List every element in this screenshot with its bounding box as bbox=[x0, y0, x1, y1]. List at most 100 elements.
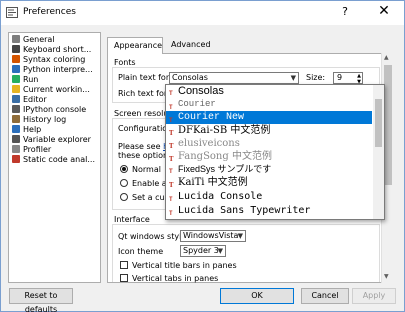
sidebar-item-label: Keyboard short... bbox=[23, 45, 92, 54]
scroll-up-icon[interactable]: ▲ bbox=[384, 54, 389, 61]
sidebar-item-profiler[interactable]: Profiler bbox=[12, 145, 100, 155]
checkbox-vertical-title-bars[interactable] bbox=[120, 261, 128, 269]
qt-style-label: Qt windows style bbox=[118, 232, 187, 241]
plain-text-font-combo[interactable]: Consolas ▼ bbox=[169, 72, 299, 84]
table-icon bbox=[12, 135, 20, 143]
qt-style-combo[interactable]: WindowsVista ▼ bbox=[180, 230, 246, 242]
preferences-window-icon bbox=[6, 7, 18, 18]
truetype-icon: T bbox=[169, 196, 173, 203]
console-icon bbox=[12, 105, 20, 113]
checkbox-vertical-tabs-label: Vertical tabs in panes bbox=[132, 274, 219, 283]
scroll-down-icon[interactable]: ▼ bbox=[384, 273, 389, 280]
icon-theme-value: Spyder 3 bbox=[183, 246, 219, 255]
truetype-icon: T bbox=[169, 104, 173, 111]
font-dropdown-scrollbar-thumb[interactable] bbox=[375, 99, 382, 147]
sidebar-item-help[interactable]: Help bbox=[12, 125, 100, 135]
font-option[interactable]: T KaiTi 中文范例 bbox=[166, 176, 372, 189]
window-title: Preferences bbox=[23, 7, 76, 17]
sidebar-item-label: General bbox=[23, 35, 55, 44]
plain-text-font-value: Consolas bbox=[172, 73, 208, 82]
truetype-icon: T bbox=[169, 91, 173, 97]
editor-icon bbox=[12, 95, 20, 103]
python-icon bbox=[12, 65, 20, 73]
font-dropdown-scrollbar[interactable] bbox=[373, 85, 384, 219]
screen-note-prefix: Please see bbox=[118, 142, 164, 151]
font-option[interactable]: T Courier bbox=[166, 98, 372, 111]
font-option-selected[interactable]: T Courier New bbox=[166, 111, 372, 124]
history-icon bbox=[12, 115, 20, 123]
font-option[interactable]: T FixedSys サンプルです bbox=[166, 163, 372, 176]
font-size-spinbox[interactable]: 9 ▲ ▼ bbox=[333, 72, 363, 85]
reset-to-defaults-button[interactable]: Reset to defaults bbox=[9, 288, 73, 312]
radio-set-custom[interactable] bbox=[120, 193, 128, 201]
sidebar-item-static-code-analysis[interactable]: Static code anal... bbox=[12, 155, 100, 165]
sidebar-item-history-log[interactable]: History log bbox=[12, 115, 100, 125]
help-button[interactable]: ? bbox=[337, 5, 353, 18]
checkbox-vertical-title-bars-label: Vertical title bars in panes bbox=[132, 261, 237, 270]
sidebar-item-label: Current workin... bbox=[23, 85, 90, 94]
sidebar-item-variable-explorer[interactable]: Variable explorer bbox=[12, 135, 100, 145]
truetype-icon: T bbox=[169, 210, 173, 217]
preferences-sidebar: General Keyboard short... Syntax colorin… bbox=[8, 32, 101, 283]
interface-group-title: Interface bbox=[114, 215, 150, 224]
font-option[interactable]: Telusiveicons bbox=[166, 137, 372, 150]
sidebar-item-general[interactable]: General bbox=[12, 35, 100, 45]
sidebar-item-label: Syntax coloring bbox=[23, 55, 86, 64]
palette-icon bbox=[12, 55, 20, 63]
font-option[interactable]: T FangSong 中文范例 bbox=[166, 150, 372, 163]
icon-theme-combo[interactable]: Spyder 3 ▼ bbox=[180, 245, 226, 257]
font-dropdown-list: T Consolas T Courier T Courier New T DFKai-S… bbox=[165, 84, 385, 220]
radio-normal-label: Normal bbox=[132, 165, 161, 174]
cancel-button[interactable]: Cancel bbox=[301, 288, 349, 304]
sidebar-item-current-working-directory[interactable]: Current workin... bbox=[12, 85, 100, 95]
font-option[interactable]: T DFKai-SB 中文范例 bbox=[166, 124, 372, 137]
font-option-label: Courier New bbox=[178, 112, 245, 123]
font-option-label: Courier bbox=[178, 99, 216, 109]
font-option-label: FixedSys サンプルです bbox=[178, 164, 272, 174]
preferences-window: Preferences ? ✕ General Keyboard short..… bbox=[0, 0, 405, 312]
truetype-icon: T bbox=[169, 143, 174, 150]
truetype-icon: T bbox=[169, 156, 174, 163]
font-option-label: elusiveicons bbox=[178, 138, 240, 149]
ok-button[interactable]: OK bbox=[220, 288, 294, 304]
font-size-label: Size: bbox=[306, 73, 326, 82]
font-option[interactable]: T Consolas bbox=[166, 85, 372, 98]
close-button[interactable]: ✕ bbox=[373, 3, 395, 19]
rich-text-font-label: Rich text font bbox=[118, 89, 173, 98]
chevron-down-icon: ▼ bbox=[217, 247, 223, 255]
chevron-down-icon: ▼ bbox=[290, 74, 296, 82]
font-option-label: KaiTi 中文范例 bbox=[178, 177, 248, 188]
radio-enable-auto[interactable] bbox=[120, 179, 128, 187]
truetype-icon: T bbox=[169, 117, 173, 124]
title-bar: Preferences ? ✕ bbox=[1, 1, 404, 25]
sidebar-item-syntax-coloring[interactable]: Syntax coloring bbox=[12, 55, 100, 65]
code-analysis-icon bbox=[12, 155, 20, 163]
truetype-icon: T bbox=[169, 182, 174, 189]
font-option-label: FangSong 中文范例 bbox=[178, 151, 272, 162]
font-option[interactable]: T Lucida Console bbox=[166, 190, 372, 203]
sidebar-item-ipython-console[interactable]: IPython console bbox=[12, 105, 100, 115]
sidebar-item-label: Help bbox=[23, 125, 42, 134]
sidebar-item-label: History log bbox=[23, 115, 67, 124]
fonts-group-title: Fonts bbox=[114, 58, 136, 67]
sidebar-item-python-interpreter[interactable]: Python interpre... bbox=[12, 65, 100, 75]
sidebar-item-label: Profiler bbox=[23, 145, 52, 154]
radio-normal[interactable] bbox=[120, 165, 128, 173]
font-option-label: Lucida Sans Typewriter bbox=[178, 205, 311, 216]
apply-button[interactable]: Apply bbox=[352, 288, 396, 304]
font-option[interactable]: T Lucida Sans Typewriter bbox=[166, 204, 372, 217]
panel-scrollbar-thumb[interactable] bbox=[384, 65, 392, 185]
truetype-icon: T bbox=[169, 169, 173, 175]
sidebar-item-label: Editor bbox=[23, 95, 47, 104]
qt-style-value: WindowsVista bbox=[183, 231, 239, 240]
tab-advanced-settings[interactable]: Advanced Settings bbox=[165, 37, 243, 64]
tab-appearance[interactable]: Appearance bbox=[107, 37, 163, 54]
sidebar-item-run[interactable]: Run bbox=[12, 75, 100, 85]
general-icon bbox=[12, 35, 20, 43]
sidebar-item-keyboard-shortcuts[interactable]: Keyboard short... bbox=[12, 45, 100, 55]
help-icon bbox=[12, 125, 20, 133]
sidebar-item-editor[interactable]: Editor bbox=[12, 95, 100, 105]
keyboard-icon bbox=[12, 45, 20, 53]
folder-icon bbox=[12, 85, 20, 93]
checkbox-vertical-tabs[interactable] bbox=[120, 274, 128, 282]
